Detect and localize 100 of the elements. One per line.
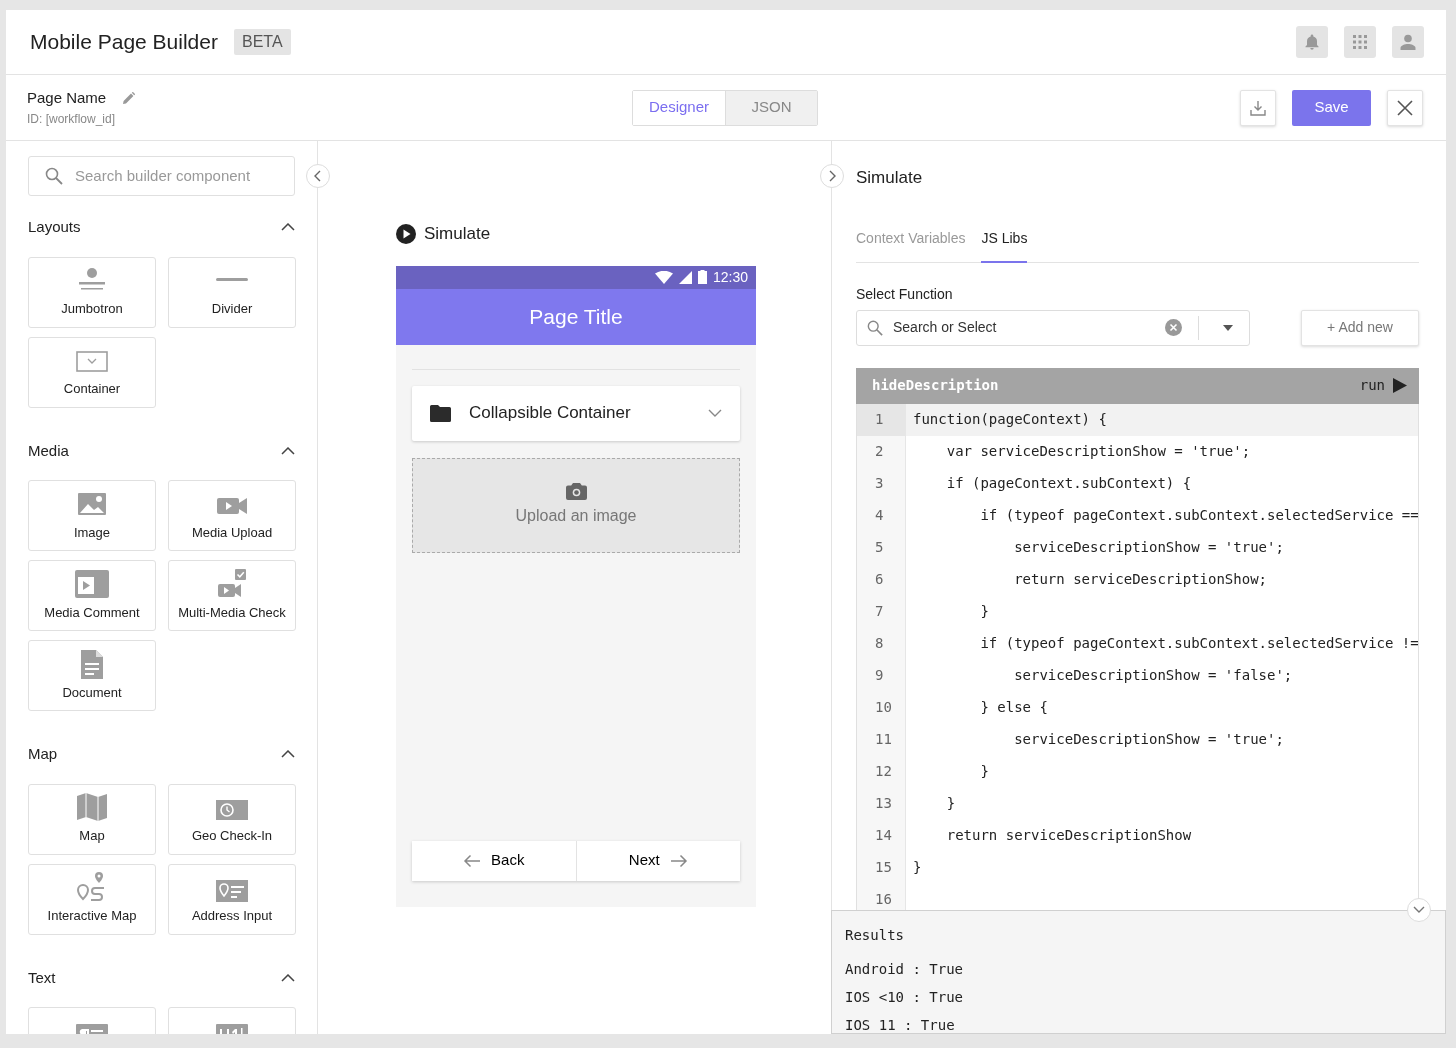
close-button[interactable] [1387,89,1423,126]
code-line: serviceDescriptionShow = 'true'; [1013,730,1284,749]
search-icon [867,319,883,336]
chevron-up-icon[interactable] [281,223,295,232]
grid-icon [1353,35,1367,49]
code-line: } else { [979,698,1048,717]
component-tile[interactable]: Map [28,783,156,855]
line-number: 6 [857,563,906,596]
chevron-down-icon [1413,906,1425,914]
person-icon [1399,33,1417,51]
section-title: Text [28,967,56,988]
collapsible-container[interactable]: Collapsible Container [412,385,740,441]
chevron-up-icon[interactable] [281,750,295,759]
pencil-icon[interactable] [122,92,136,105]
clear-icon[interactable] [1165,319,1182,336]
component-tile[interactable]: Divider [168,256,296,328]
close-icon [1397,99,1413,116]
collapse-left-button[interactable] [306,164,330,188]
download-button[interactable] [1240,89,1276,126]
component-tile[interactable]: Geo Check-In [168,783,296,855]
tile-label: Divider [211,300,253,318]
document-icon [81,648,103,679]
app-title: Mobile Page Builder [30,29,218,56]
search-field[interactable]: Search builder component [28,156,295,196]
run-button[interactable]: run [1359,375,1407,396]
results-title: Results [845,926,905,945]
expand-right-button[interactable] [820,164,844,188]
component-tile[interactable]: Document [28,640,156,711]
code-line: serviceDescriptionShow = 'false'; [1013,666,1293,685]
function-name: hideDescription [872,376,999,395]
beta-label: BETA [233,29,291,55]
apps-button[interactable] [1344,26,1376,58]
profile-button[interactable] [1392,26,1424,58]
tile-label: Media Upload [191,523,273,542]
tile-label: Address Input [191,907,273,925]
search-icon [45,167,63,185]
line-number: 4 [857,499,906,532]
collapse-results-button[interactable] [1407,898,1431,922]
page-title: Page Title [529,303,623,330]
line-number: 11 [857,723,906,756]
add-new-button[interactable]: + Add new [1301,309,1419,346]
notifications-button[interactable] [1296,26,1328,58]
video-icon [75,568,109,599]
code-line: } [979,762,989,781]
panel-title: Simulate [856,167,924,189]
chevron-up-icon[interactable] [281,973,295,982]
line-number: 5 [857,531,906,564]
tile-label: Media Comment [44,603,140,622]
upload-label: Upload an image [515,505,637,526]
tile-label: Geo Check-In [191,827,273,845]
line-number: 9 [857,659,906,692]
code-line: if (typeof pageContext.subContext.selectedService != [979,634,1418,653]
route-icon [77,872,107,902]
back-button[interactable]: Back [412,840,576,881]
line-number: 3 [857,467,906,500]
page-id: ID: [workflow_id] [27,110,117,128]
tile-label: Multi-Media Check [178,603,286,622]
save-button[interactable]: Save [1292,89,1371,126]
line-number: 13 [857,787,906,820]
function-select[interactable]: Search or Select [856,309,1250,346]
code-line: serviceDescriptionShow = 'true'; [1013,538,1284,557]
line-number: 15 [857,851,906,884]
component-tile[interactable]: Container [28,336,156,408]
arrow-right-icon [669,853,688,868]
tile-label: Image [73,523,111,542]
preview-title: Simulate [424,223,491,245]
component-tile[interactable]: Media Comment [28,560,156,631]
code-line: return serviceDescriptionShow [945,826,1192,845]
panel-tab[interactable]: JS Libs [981,227,1028,263]
tile-label: Jumbotron [61,300,123,318]
chevron-up-icon[interactable] [281,446,295,455]
component-tile[interactable]: Jumbotron [28,256,156,328]
result-line: IOS <10 : True [845,988,964,1007]
wifi-icon [654,270,673,284]
code-line: function(pageContext) { [912,410,1107,429]
line-number: 8 [857,627,906,660]
component-tile[interactable]: Image [28,480,156,551]
section-title: Map [28,744,58,764]
divider-icon [216,278,248,281]
next-button[interactable]: Next [575,840,740,881]
download-icon [1249,98,1267,117]
component-tile[interactable]: Multi-Media Check [168,560,296,631]
tile-label: Map [79,827,105,845]
component-tile[interactable]: Media Upload [168,480,296,551]
map-icon [77,792,107,822]
code-line: } [979,602,989,621]
chevron-down-icon [708,409,722,417]
image-upload-area[interactable]: Upload an image [412,457,740,553]
bell-icon [1303,33,1321,51]
code-line: if (pageContext.subContext) { [945,474,1192,493]
signal-icon [678,270,692,284]
tile-label: Interactive Map [47,907,137,925]
caret-icon[interactable] [1223,324,1233,331]
component-tile[interactable]: Address Input [168,863,296,935]
component-tile[interactable]: Interactive Map [28,863,156,935]
play-icon [1393,378,1407,393]
line-number: 2 [857,435,906,468]
code-line: if (typeof pageContext.subContext.selectedService == [979,506,1418,525]
line-number: 14 [857,819,906,852]
container-title: Collapsible Container [469,402,632,425]
